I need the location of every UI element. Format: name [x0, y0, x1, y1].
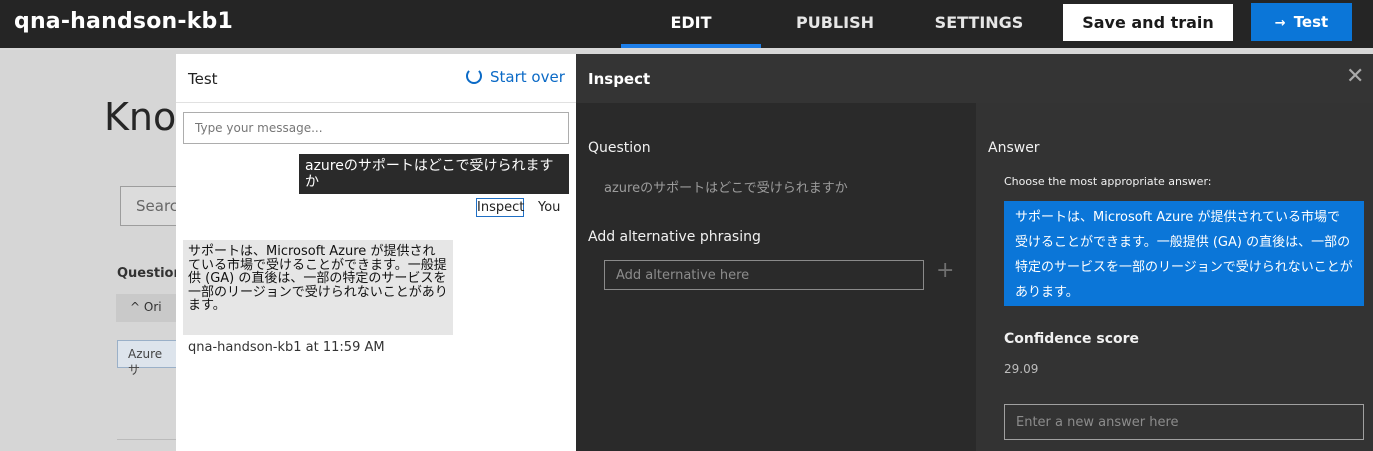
- top-bar: qna-handson-kb1 EDIT PUBLISH SETTINGS Sa…: [0, 0, 1373, 48]
- inspect-panel: Inspect ✕ Question azureのサポートはどこで受けられますか…: [576, 54, 1373, 451]
- tab-settings[interactable]: SETTINGS: [920, 0, 1038, 48]
- answer-label: Answer: [988, 140, 1040, 156]
- arrow-right-icon: →: [1274, 16, 1286, 31]
- question-text: azureのサポートはどこで受けられますか: [604, 181, 848, 196]
- test-panel-title: Test: [188, 70, 218, 88]
- question-section: Question azureのサポートはどこで受けられますか Add alter…: [576, 103, 976, 451]
- refresh-icon: [466, 68, 482, 84]
- tab-publish[interactable]: PUBLISH: [780, 0, 890, 48]
- alt-phrasing-input[interactable]: [604, 260, 924, 290]
- test-panel: Test Start over azureのサポートはどこで受けられますか In…: [176, 54, 576, 451]
- test-button[interactable]: → Test: [1251, 3, 1352, 41]
- answer-section: Answer Choose the most appropriate answe…: [976, 103, 1373, 451]
- question-column-header: Question: [117, 266, 183, 281]
- question-label: Question: [588, 140, 651, 156]
- original-toggle[interactable]: ^ Ori: [116, 294, 178, 322]
- test-button-label: Test: [1293, 13, 1329, 31]
- app-title: qna-handson-kb1: [14, 9, 233, 34]
- sender-label: You: [538, 200, 561, 215]
- confidence-label: Confidence score: [1004, 331, 1140, 347]
- start-over-button[interactable]: Start over: [466, 68, 565, 86]
- inspect-header: Inspect ✕: [576, 54, 1373, 103]
- plus-icon[interactable]: +: [936, 258, 954, 283]
- answer-option[interactable]: サポートは、Microsoft Azure が提供されている市場で受けることがで…: [1004, 201, 1364, 306]
- inspect-link[interactable]: Inspect: [476, 198, 524, 217]
- user-message-bubble: azureのサポートはどこで受けられますか: [299, 154, 569, 194]
- bot-message-meta: qna-handson-kb1 at 11:59 AM: [188, 340, 385, 355]
- choose-answer-hint: Choose the most appropriate answer:: [1004, 175, 1212, 188]
- alt-phrasing-label: Add alternative phrasing: [588, 229, 761, 245]
- close-icon[interactable]: ✕: [1346, 64, 1364, 89]
- divider: [117, 439, 177, 440]
- confidence-value: 29.09: [1004, 362, 1039, 376]
- question-chip[interactable]: Azure サ: [117, 340, 177, 377]
- inspect-title: Inspect: [588, 70, 651, 88]
- start-over-label: Start over: [490, 68, 565, 86]
- new-answer-input[interactable]: [1004, 404, 1364, 440]
- original-label: Ori: [143, 300, 162, 314]
- save-and-train-button[interactable]: Save and train: [1063, 4, 1233, 41]
- message-input[interactable]: [183, 112, 569, 144]
- divider: [176, 102, 576, 103]
- bot-message-bubble: サポートは、Microsoft Azure が提供されている市場で受けることがで…: [183, 240, 453, 335]
- tab-edit[interactable]: EDIT: [621, 0, 761, 48]
